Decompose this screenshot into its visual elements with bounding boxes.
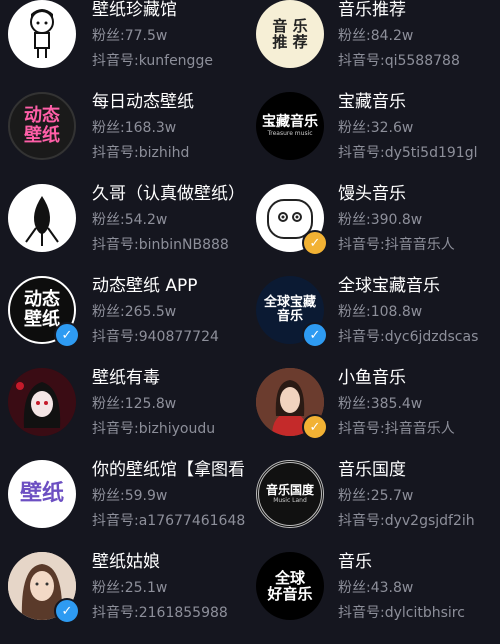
- avatar[interactable]: [8, 184, 76, 252]
- follower-count: 粉丝:25.1w: [92, 580, 168, 596]
- account-row[interactable]: 音 乐 推 荐 音乐推荐 粉丝:84.2w 抖音号:qi5588788: [250, 0, 500, 92]
- avatar[interactable]: 音 乐 推 荐: [256, 0, 324, 68]
- account-row[interactable]: 壁纸珍藏馆 粉丝:77.5w 抖音号:kunfengge: [0, 0, 250, 92]
- account-row[interactable]: 动态 壁纸 每日动态壁纸 粉丝:168.3w 抖音号:bizhihd: [0, 92, 250, 184]
- account-name: 壁纸姑娘: [92, 552, 160, 572]
- account-row[interactable]: ✓ 馒头音乐 粉丝:390.8w 抖音号:抖音音乐人: [250, 184, 500, 276]
- avatar-subtext: Treasure music: [267, 130, 313, 138]
- douyin-id: 抖音号:kunfengge: [92, 53, 213, 69]
- douyin-id: 抖音号:bizhiyoudu: [92, 421, 216, 437]
- avatar[interactable]: [8, 368, 76, 436]
- account-row[interactable]: 全球 好音乐 音乐 粉丝:43.8w 抖音号:dylcitbhsirc: [250, 552, 500, 644]
- account-name: 馒头音乐: [338, 184, 406, 204]
- account-name: 音乐: [338, 552, 372, 572]
- account-name: 每日动态壁纸: [92, 92, 194, 112]
- avatar-text: 音 乐 推 荐: [272, 16, 308, 51]
- douyin-id: 抖音号:dyc6jdzdscas: [338, 329, 479, 345]
- account-name: 久哥（认真做壁纸）: [92, 184, 245, 204]
- douyin-id: 抖音号:dy5ti5d191gl: [338, 145, 478, 161]
- follower-count: 粉丝:77.5w: [92, 28, 168, 44]
- account-name: 壁纸有毒: [92, 368, 160, 388]
- verified-check-icon: ✓: [54, 322, 80, 348]
- avatar[interactable]: 全球 好音乐: [256, 552, 324, 620]
- avatar[interactable]: 宝藏音乐 Treasure music: [256, 92, 324, 160]
- avatar-text: 全球 好音乐: [267, 568, 313, 603]
- musician-check-icon: ✓: [302, 230, 328, 256]
- follower-count: 粉丝:59.9w: [92, 488, 168, 504]
- avatar-subtext: Music Land: [273, 497, 307, 505]
- account-name: 音乐国度: [338, 460, 406, 480]
- douyin-id: 抖音号:a17677461648: [92, 513, 246, 529]
- avatar[interactable]: 动态 壁纸: [8, 92, 76, 160]
- account-row[interactable]: 全球宝藏 音乐 ✓ 全球宝藏音乐 粉丝:108.8w 抖音号:dyc6jdzds…: [250, 276, 500, 368]
- douyin-id: 抖音号:2161855988: [92, 605, 228, 621]
- avatar-text: 动态 壁纸: [24, 289, 60, 330]
- account-row[interactable]: 壁纸 你的壁纸馆【拿图看 粉丝:59.9w 抖音号:a17677461648: [0, 460, 250, 552]
- follower-count: 粉丝:108.8w: [338, 304, 423, 320]
- avatar-text: 壁纸: [19, 480, 64, 506]
- verified-check-icon: ✓: [54, 598, 80, 624]
- avatar-text: 动态 壁纸: [24, 105, 60, 146]
- follower-count: 粉丝:84.2w: [338, 28, 414, 44]
- account-name: 小鱼音乐: [338, 368, 406, 388]
- follower-count: 粉丝:265.5w: [92, 304, 177, 320]
- account-row[interactable]: 宝藏音乐 Treasure music 宝藏音乐 粉丝:32.6w 抖音号:dy…: [250, 92, 500, 184]
- account-grid: 壁纸珍藏馆 粉丝:77.5w 抖音号:kunfengge 动态 壁纸 每日动态壁…: [0, 0, 500, 630]
- account-row[interactable]: ✓ 小鱼音乐 粉丝:385.4w 抖音号:抖音音乐人: [250, 368, 500, 460]
- account-name: 宝藏音乐: [338, 92, 406, 112]
- follower-count: 粉丝:43.8w: [338, 580, 414, 596]
- follower-count: 粉丝:168.3w: [92, 120, 177, 136]
- avatar[interactable]: [8, 0, 76, 68]
- douyin-id: 抖音号:940877724: [92, 329, 219, 345]
- avatar-text: 全球宝藏 音乐: [263, 294, 316, 324]
- account-row[interactable]: 久哥（认真做壁纸） 粉丝:54.2w 抖音号:binbinNB888: [0, 184, 250, 276]
- douyin-id: 抖音号:qi5588788: [338, 53, 460, 69]
- avatar[interactable]: 音乐国度 Music Land: [256, 460, 324, 528]
- account-row[interactable]: 音乐国度 Music Land 音乐国度 粉丝:25.7w 抖音号:dyv2gs…: [250, 460, 500, 552]
- follower-count: 粉丝:390.8w: [338, 212, 423, 228]
- douyin-id: 抖音号:binbinNB888: [92, 237, 229, 253]
- avatar-text: 音乐国度: [265, 482, 314, 497]
- verified-check-icon: ✓: [302, 322, 328, 348]
- follower-count: 粉丝:54.2w: [92, 212, 168, 228]
- avatar[interactable]: 壁纸: [8, 460, 76, 528]
- fish-drawing-icon: [25, 196, 59, 246]
- douyin-id: 抖音号:抖音音乐人: [338, 237, 455, 253]
- follower-count: 粉丝:385.4w: [338, 396, 423, 412]
- anime-girl-icon: [8, 368, 76, 436]
- douyin-id: 抖音号:bizhihd: [92, 145, 190, 161]
- account-name: 你的壁纸馆【拿图看: [92, 460, 245, 480]
- account-row[interactable]: 动态 壁纸 ✓ 动态壁纸 APP 粉丝:265.5w 抖音号:940877724: [0, 276, 250, 368]
- account-name: 音乐推荐: [338, 0, 406, 20]
- account-name: 动态壁纸 APP: [92, 276, 198, 296]
- musician-check-icon: ✓: [302, 414, 328, 440]
- account-name: 壁纸珍藏馆: [92, 0, 177, 20]
- douyin-id: 抖音号:抖音音乐人: [338, 421, 455, 437]
- account-row[interactable]: ✓ 壁纸姑娘 粉丝:25.1w 抖音号:2161855988: [0, 552, 250, 644]
- cartoon-boy-icon: [30, 9, 54, 58]
- douyin-id: 抖音号:dyv2gsjdf2ih: [338, 513, 475, 529]
- account-row[interactable]: 壁纸有毒 粉丝:125.8w 抖音号:bizhiyoudu: [0, 368, 250, 460]
- avatar-text: 宝藏音乐: [262, 113, 318, 130]
- account-name: 全球宝藏音乐: [338, 276, 440, 296]
- follower-count: 粉丝:125.8w: [92, 396, 177, 412]
- douyin-id: 抖音号:dylcitbhsirc: [338, 605, 465, 621]
- follower-count: 粉丝:25.7w: [338, 488, 414, 504]
- follower-count: 粉丝:32.6w: [338, 120, 414, 136]
